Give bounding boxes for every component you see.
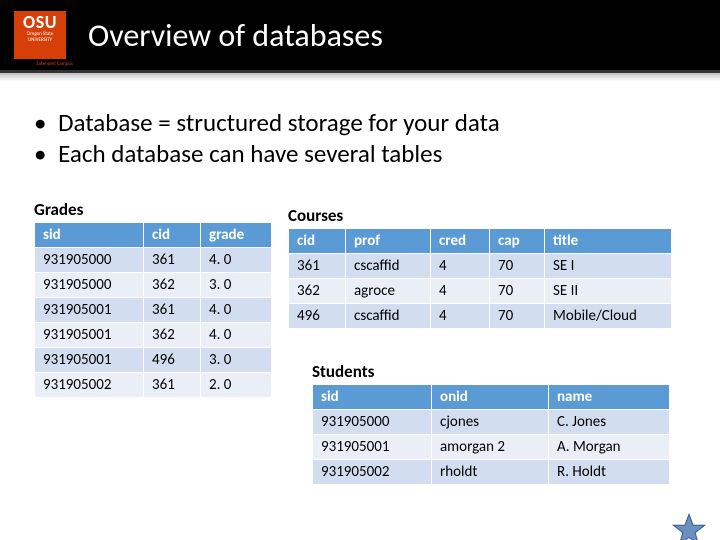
slide-title: Overview of databases	[88, 16, 383, 55]
table-row: 496cscaffid470Mobile/Cloud	[289, 304, 672, 329]
col-cid: cid	[144, 223, 201, 248]
table-row: 931905002rholdtR. Holdt	[313, 460, 670, 485]
col-cid: cid	[289, 229, 346, 254]
bullet-item: Database = structured storage for your d…	[34, 107, 686, 138]
logo-extended: Extended Campus	[34, 60, 77, 68]
logo-sub2: UNIVERSITY	[28, 38, 52, 43]
logo-main: OSU	[23, 13, 57, 31]
table-row: 9319050003623. 0	[35, 273, 272, 298]
table-row: 9319050013624. 0	[35, 323, 272, 348]
col-onid: onid	[432, 385, 549, 410]
osu-logo: OSU Oregon State UNIVERSITY Extended Cam…	[14, 11, 66, 59]
bullet-list: Database = structured storage for your d…	[34, 107, 686, 169]
grades-label: Grades	[34, 199, 272, 220]
table-row: 9319050023612. 0	[35, 373, 272, 398]
table-row: 362agroce470SE II	[289, 279, 672, 304]
star-icon	[672, 513, 706, 540]
col-prof: prof	[346, 229, 431, 254]
col-cred: cred	[431, 229, 490, 254]
grades-table-block: Grades sid cid grade 9319050003614. 0 93…	[34, 199, 272, 398]
courses-table-block: Courses cid prof cred cap title 361cscaf…	[288, 205, 672, 329]
table-row: 361cscaffid470SE I	[289, 254, 672, 279]
courses-label: Courses	[288, 205, 672, 226]
col-cap: cap	[490, 229, 545, 254]
table-row: 931905000cjonesC. Jones	[313, 410, 670, 435]
slide-header: OSU Oregon State UNIVERSITY Extended Cam…	[0, 0, 720, 73]
students-table: sid onid name 931905000cjonesC. Jones 93…	[312, 384, 670, 485]
col-sid: sid	[35, 223, 144, 248]
col-name: name	[549, 385, 670, 410]
col-title: title	[545, 229, 672, 254]
col-grade: grade	[201, 223, 272, 248]
table-row: 9319050003614. 0	[35, 248, 272, 273]
col-sid: sid	[313, 385, 432, 410]
courses-table: cid prof cred cap title 361cscaffid470SE…	[288, 228, 672, 329]
header-shadow	[0, 73, 720, 81]
slide-body: Database = structured storage for your d…	[0, 81, 720, 540]
bullet-item: Each database can have several tables	[34, 138, 686, 169]
students-table-block: Students sid onid name 931905000cjonesC.…	[312, 361, 670, 485]
grades-table: sid cid grade 9319050003614. 0 931905000…	[34, 222, 272, 398]
table-row: 9319050013614. 0	[35, 298, 272, 323]
table-row: 931905001amorgan 2A. Morgan	[313, 435, 670, 460]
table-row: 9319050014963. 0	[35, 348, 272, 373]
students-label: Students	[312, 361, 670, 382]
